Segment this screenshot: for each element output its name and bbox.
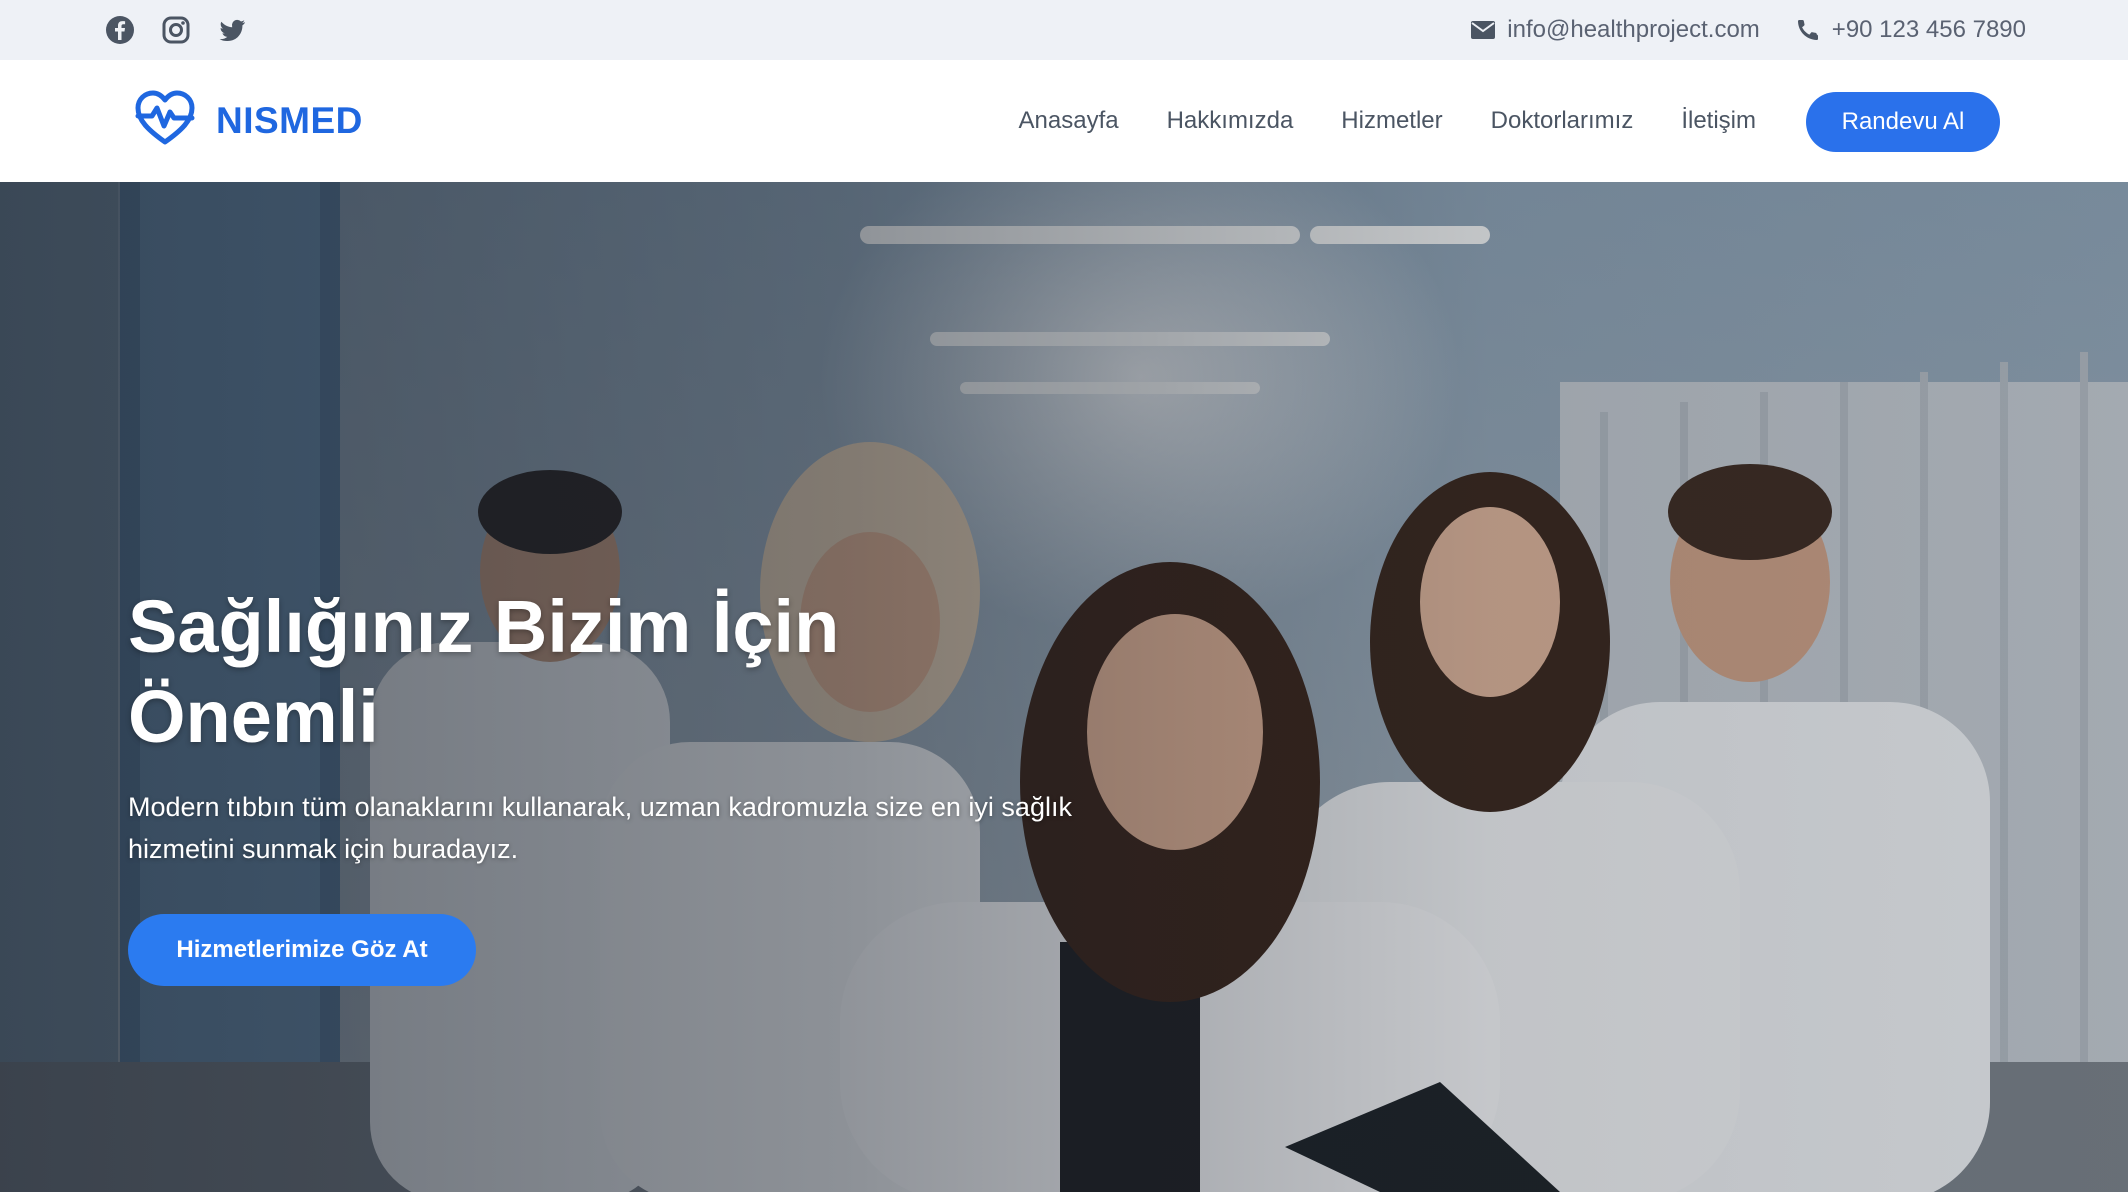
nav-link-hizmetler[interactable]: Hizmetler	[1341, 107, 1442, 135]
nav-link-iletisim[interactable]: İletişim	[1681, 107, 1756, 135]
phone-text: +90 123 456 7890	[1831, 16, 2026, 43]
phone-contact[interactable]: +90 123 456 7890	[1796, 16, 2026, 44]
hero-subtitle: Modern tıbbın tüm olanaklarını kullanara…	[128, 792, 1072, 864]
heartbeat-icon	[134, 90, 196, 151]
hero-section: Sağlığınız Bizim İçin Önemli Modern tıbb…	[0, 182, 2128, 1192]
nav-link-hakkimizda[interactable]: Hakkımızda	[1167, 107, 1294, 135]
hero-title-line1: Sağlığınız Bizim İçin	[128, 585, 840, 668]
email-contact[interactable]: info@healthproject.com	[1471, 16, 1760, 44]
hero-content: Sağlığınız Bizim İçin Önemli Modern tıbb…	[128, 582, 1128, 870]
hero-title-line2: Önemli	[128, 675, 379, 758]
top-bar: info@healthproject.com +90 123 456 7890	[0, 0, 2128, 60]
social-links	[104, 14, 248, 46]
nav-menu: Anasayfa Hakkımızda Hizmetler Doktorları…	[1019, 60, 1756, 182]
brand-logo[interactable]: NISMED	[134, 90, 363, 151]
brand-name: NISMED	[216, 99, 363, 141]
view-services-button[interactable]: Hizmetlerimize Göz At	[128, 914, 476, 986]
envelope-icon	[1471, 20, 1496, 40]
contact-info: info@healthproject.com +90 123 456 7890	[1471, 0, 2026, 60]
phone-icon	[1796, 18, 1820, 42]
email-text: info@healthproject.com	[1507, 16, 1760, 43]
facebook-icon[interactable]	[104, 14, 136, 46]
nav-link-anasayfa[interactable]: Anasayfa	[1019, 107, 1119, 135]
appointment-button[interactable]: Randevu Al	[1806, 92, 2000, 152]
nav-link-doktorlarimiz[interactable]: Doktorlarımız	[1491, 107, 1634, 135]
instagram-icon[interactable]	[160, 14, 192, 46]
twitter-icon[interactable]	[216, 14, 248, 46]
hero-title: Sağlığınız Bizim İçin Önemli	[128, 582, 1128, 762]
